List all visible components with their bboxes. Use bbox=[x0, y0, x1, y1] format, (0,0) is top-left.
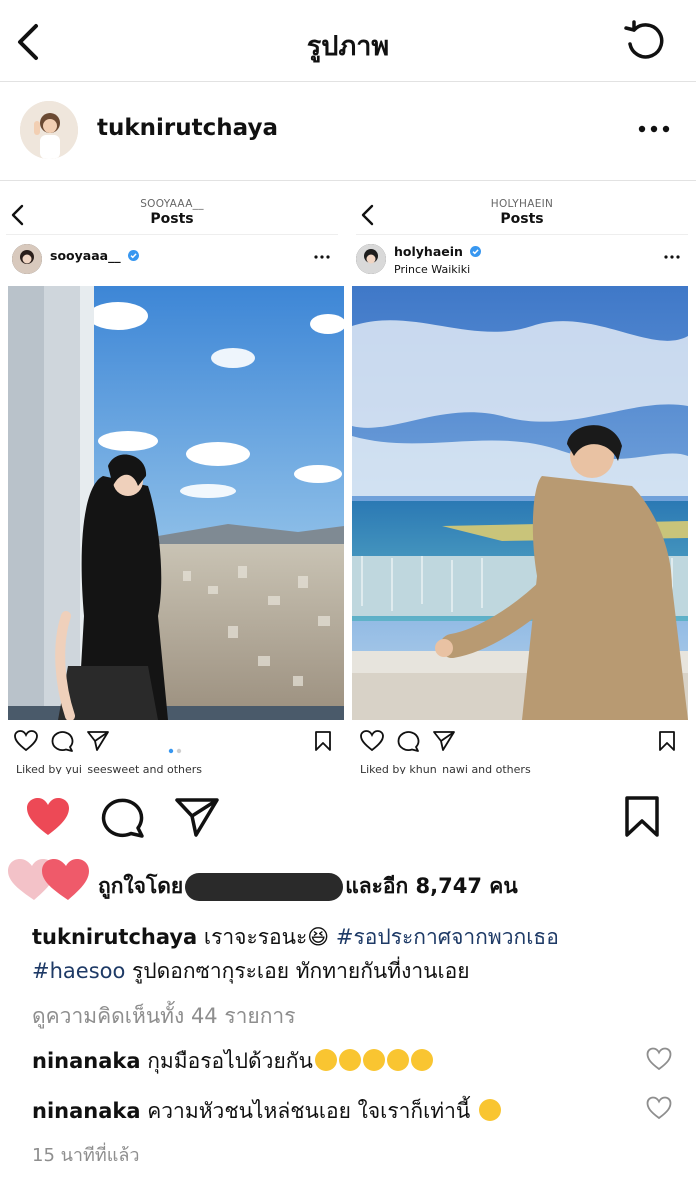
view-all-comments-link[interactable]: ดูความคิดเห็นทั้ง 44 รายการ bbox=[32, 1000, 296, 1033]
bookmark-icon bbox=[315, 731, 331, 751]
refresh-icon[interactable] bbox=[620, 18, 668, 66]
comment-item: ninanaka กุมมือรอไปด้วยกัน bbox=[32, 1045, 632, 1078]
avatar[interactable] bbox=[20, 101, 78, 159]
panel-liked-by: Liked by khun_nawi and others bbox=[360, 763, 531, 774]
divider bbox=[6, 234, 338, 235]
post-caption: tuknirutchaya เราจะรอนะ😆 #รอประกาศจากพวก… bbox=[32, 920, 672, 988]
redacted-name bbox=[185, 873, 344, 901]
hashtag[interactable]: #haesoo bbox=[32, 959, 125, 983]
pleading-emoji-icon bbox=[477, 1099, 501, 1123]
photo-man-harbor bbox=[352, 286, 688, 720]
caption-username[interactable]: tuknirutchaya bbox=[32, 925, 197, 949]
profile-handle-label: SOOYAAA__ bbox=[140, 198, 204, 210]
post-timestamp: 15 นาทีที่แล้ว bbox=[32, 1145, 140, 1166]
collage-panel-right: HOLYHAEIN Posts holyhaein Prince Waikiki bbox=[350, 182, 694, 774]
post-action-bar bbox=[0, 795, 696, 843]
comment-username[interactable]: ninanaka bbox=[32, 1099, 141, 1123]
post-header: tuknirutchaya bbox=[0, 83, 696, 181]
carousel-dots bbox=[168, 739, 184, 758]
more-icon bbox=[664, 255, 680, 259]
collage-panel-left: SOOYAAA__ Posts sooyaaa__ Liked by yui_s… bbox=[0, 182, 344, 774]
profile-handle-label: HOLYHAEIN bbox=[490, 198, 554, 210]
bookmark-icon bbox=[659, 731, 675, 751]
comment-icon bbox=[51, 731, 74, 752]
comment-text: กุมมือรอไปด้วยกัน bbox=[147, 1049, 313, 1073]
divider bbox=[356, 234, 688, 235]
comment-like-icon[interactable] bbox=[646, 1047, 672, 1071]
heart-icon bbox=[14, 730, 38, 752]
bookmark-icon[interactable] bbox=[622, 795, 662, 839]
more-icon[interactable] bbox=[636, 117, 672, 141]
panel-liked-by: Liked by yui_seesweet and others bbox=[16, 763, 203, 774]
likes-label: ถูกใจโดย และอีก 8,747 คน bbox=[98, 870, 518, 903]
panel-actions bbox=[350, 730, 694, 754]
hearts-emoji-icon bbox=[8, 859, 89, 900]
comment-item: ninanaka ความหัวชนไหล่ชนเอย ใจเราก็เท่าน… bbox=[32, 1095, 632, 1128]
comment-icon[interactable] bbox=[100, 795, 146, 839]
laughing-emoji-icon bbox=[313, 1049, 433, 1073]
more-icon bbox=[314, 255, 330, 259]
page-title: รูปภาพ bbox=[306, 31, 390, 62]
top-nav: รูปภาพ bbox=[0, 0, 696, 82]
avatar bbox=[356, 244, 386, 274]
caption-text: เราจะรอนะ😆 bbox=[203, 925, 330, 949]
likes-summary[interactable]: ถูกใจโดย และอีก 8,747 คน bbox=[0, 856, 696, 908]
avatar bbox=[12, 244, 42, 274]
heart-icon[interactable] bbox=[24, 795, 72, 839]
post-username[interactable]: tuknirutchaya bbox=[97, 115, 278, 141]
panel-username: holyhaein bbox=[394, 244, 482, 259]
posts-label: Posts bbox=[150, 211, 194, 227]
share-icon bbox=[87, 731, 109, 751]
verified-icon bbox=[127, 250, 139, 261]
post-image[interactable]: SOOYAAA__ Posts sooyaaa__ Liked by yui_s… bbox=[0, 182, 696, 774]
share-icon bbox=[433, 731, 455, 751]
panel-username: sooyaaa__ bbox=[50, 248, 139, 263]
panel-location: Prince Waikiki bbox=[394, 263, 471, 276]
comment-username[interactable]: ninanaka bbox=[32, 1049, 141, 1073]
hashtag[interactable]: #รอประกาศจากพวกเธอ bbox=[336, 925, 559, 949]
comment-icon bbox=[397, 731, 420, 752]
heart-icon bbox=[360, 730, 384, 752]
share-icon[interactable] bbox=[174, 795, 220, 839]
comment-text: ความหัวชนไหล่ชนเอย ใจเราก็เท่านี้ bbox=[147, 1099, 471, 1123]
posts-label: Posts bbox=[500, 211, 544, 227]
caption-text: รูปดอกซากุระเอย ทักทายกันที่งานเอย bbox=[132, 959, 470, 983]
verified-icon bbox=[470, 246, 482, 257]
photo-woman-city bbox=[8, 286, 344, 720]
comment-like-icon[interactable] bbox=[646, 1096, 672, 1120]
